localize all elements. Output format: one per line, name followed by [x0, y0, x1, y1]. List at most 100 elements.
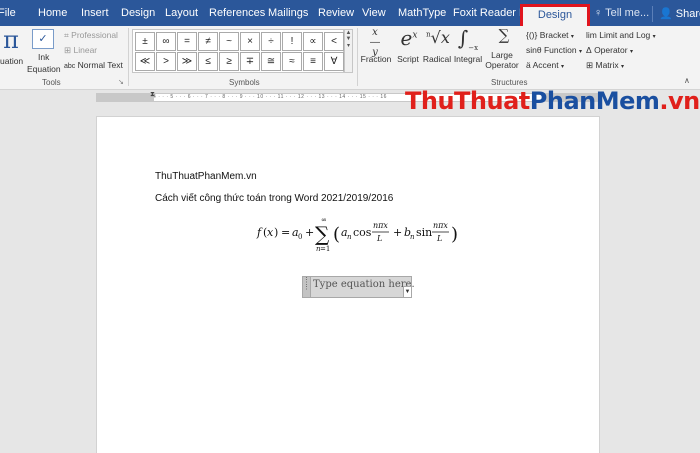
equation-options-dropdown-icon[interactable]: ▼ — [403, 286, 412, 298]
tab-references[interactable]: References — [209, 0, 265, 26]
document-page[interactable]: ThuThuatPhanMem.vn Cách viết công thức t… — [96, 116, 600, 453]
tab-insert[interactable]: Insert — [81, 0, 109, 26]
large-operator-label[interactable]: Large Operator — [484, 50, 520, 70]
professional-button[interactable]: ⌗ Professional — [64, 30, 118, 41]
tab-design[interactable]: Design — [121, 0, 155, 26]
operator-icon: Δ — [586, 45, 592, 55]
symbols-scrollbar[interactable]: ▲ ▼ ▾ — [344, 29, 353, 73]
svg-text:f: f — [256, 226, 263, 239]
symbol-button[interactable]: > — [156, 52, 176, 71]
symbol-button[interactable]: ∀ — [324, 52, 344, 71]
symbol-button[interactable]: ≅ — [261, 52, 281, 71]
svg-text:+: + — [305, 226, 314, 239]
fraction-label[interactable]: Fraction — [358, 54, 394, 64]
svg-text:x: x — [267, 226, 274, 239]
chevron-down-icon: ▾ — [561, 64, 565, 70]
symbol-button[interactable]: ≫ — [177, 52, 197, 71]
tab-equation-design[interactable]: Design — [520, 4, 590, 26]
accent-label: Accent — [532, 60, 559, 70]
accent-button[interactable]: ä Accent ▾ — [526, 60, 564, 70]
tools-dialog-launcher-icon[interactable]: ↘ — [118, 78, 124, 86]
tab-review[interactable]: Review — [318, 0, 354, 26]
normal-text-button[interactable]: abc Normal Text — [64, 60, 123, 70]
symbol-button[interactable]: ≠ — [198, 32, 218, 51]
function-label: Function — [543, 45, 577, 55]
linear-button[interactable]: ⊞ Linear — [64, 45, 97, 56]
fourier-formula[interactable]: f ( x ) = a 0 + ∞ ∑ n =1 ( a n cos nπx L… — [255, 214, 475, 265]
watermark-part-2: PhanMem — [529, 87, 660, 115]
chevron-down-icon: ▾ — [578, 49, 582, 55]
symbol-button[interactable]: < — [324, 32, 344, 51]
svg-text:nπx: nπx — [373, 221, 388, 230]
equation-button-label[interactable]: uation — [0, 56, 23, 66]
symbol-button[interactable]: ≡ — [303, 52, 323, 71]
tab-home[interactable]: Home — [38, 0, 67, 26]
svg-text:+: + — [393, 226, 402, 239]
tab-mailings[interactable]: Mailings — [268, 0, 308, 26]
chevron-down-icon: ▾ — [621, 64, 625, 70]
symbol-button[interactable]: ≤ — [198, 52, 218, 71]
function-button[interactable]: sinθ Function ▾ — [526, 45, 582, 55]
ink-equation-label-1[interactable]: Ink — [38, 52, 49, 62]
equation-placeholder: Type equation here. — [313, 279, 415, 290]
script-label[interactable]: Script — [393, 54, 423, 64]
matrix-label: Matrix — [595, 60, 619, 70]
svg-text:cos: cos — [353, 226, 372, 239]
document-line-1: ThuThuatPhanMem.vn — [155, 171, 257, 182]
fourier-formula-graphic: f ( x ) = a 0 + ∞ ∑ n =1 ( a n cos nπx L… — [256, 216, 458, 253]
svg-text:=1: =1 — [320, 245, 330, 253]
tab-file[interactable]: File — [0, 0, 16, 26]
radical-label[interactable]: Radical — [422, 54, 452, 64]
matrix-button[interactable]: ⊞ Matrix ▾ — [586, 60, 624, 71]
tab-view[interactable]: View — [362, 0, 386, 26]
symbol-button[interactable]: ! — [282, 32, 302, 51]
matrix-icon: ⊞ — [586, 60, 594, 70]
large-operator-icon[interactable]: ∑ — [494, 26, 514, 44]
equation-drag-handle-icon[interactable]: ⋮ ⋮ — [303, 277, 311, 297]
symbol-button[interactable]: ∓ — [240, 52, 260, 71]
svg-text:): ) — [274, 226, 278, 239]
radical-icon[interactable]: n√x — [426, 28, 450, 47]
tools-group-label: Tools — [42, 78, 61, 87]
abc-icon: abc — [64, 63, 76, 70]
symbol-button[interactable]: ≈ — [282, 52, 302, 71]
svg-text:sin: sin — [416, 226, 432, 239]
watermark-logo: ThuThuatPhanMem.vn — [405, 87, 700, 115]
ink-equation-icon[interactable]: ✓ — [32, 29, 54, 49]
operator-button[interactable]: Δ Operator ▾ — [586, 45, 633, 55]
symbol-button[interactable]: × — [240, 32, 260, 51]
pi-equation-icon[interactable]: π — [0, 26, 22, 54]
symbol-button[interactable]: ~ — [219, 32, 239, 51]
large-operator-label-2: Operator — [485, 60, 519, 70]
integral-icon[interactable]: ∫−x — [456, 26, 480, 52]
integral-label[interactable]: Integral — [452, 54, 484, 64]
equation-input-box[interactable]: ⋮ ⋮ Type equation here. ▼ — [302, 276, 415, 298]
linear-icon: ⊞ — [64, 45, 72, 55]
normal-text-label: Normal Text — [77, 60, 123, 70]
svg-text:(: ( — [333, 224, 340, 245]
symbol-button[interactable]: ± — [135, 32, 155, 51]
large-operator-label-1: Large — [491, 50, 513, 60]
tab-layout[interactable]: Layout — [165, 0, 198, 26]
symbol-button[interactable]: ÷ — [261, 32, 281, 51]
symbol-button[interactable]: ≥ — [219, 52, 239, 71]
indent-marker-icon[interactable]: ⧗ — [150, 91, 155, 99]
symbol-button[interactable]: ∞ — [156, 32, 176, 51]
ink-equation-label-2[interactable]: Equation — [27, 64, 61, 74]
share-button[interactable]: 👤 Share — [652, 6, 700, 22]
accent-icon: ä — [526, 60, 531, 70]
ribbon-tab-bar: File Home Insert Design Layout Reference… — [0, 0, 700, 26]
script-icon[interactable]: ex — [396, 26, 422, 50]
tell-me-label: Tell me... — [605, 7, 650, 19]
symbol-button[interactable]: = — [177, 32, 197, 51]
collapse-ribbon-icon[interactable]: ∧ — [684, 76, 690, 85]
symbol-button[interactable]: ≪ — [135, 52, 155, 71]
document-line-2: Cách viết công thức toán trong Word 2021… — [155, 193, 394, 204]
svg-text:L: L — [436, 234, 442, 243]
bracket-button[interactable]: {()} Bracket ▾ — [526, 30, 574, 40]
tab-mathtype[interactable]: MathType — [398, 0, 446, 26]
equation-ribbon: π uation ✓ Ink Equation ⌗ Professional ⊞… — [0, 26, 700, 90]
tell-me-search[interactable]: ♀ Tell me... — [594, 0, 649, 26]
limit-and-log-button[interactable]: lim Limit and Log ▾ — [586, 30, 656, 40]
symbol-button[interactable]: ∝ — [303, 32, 323, 51]
